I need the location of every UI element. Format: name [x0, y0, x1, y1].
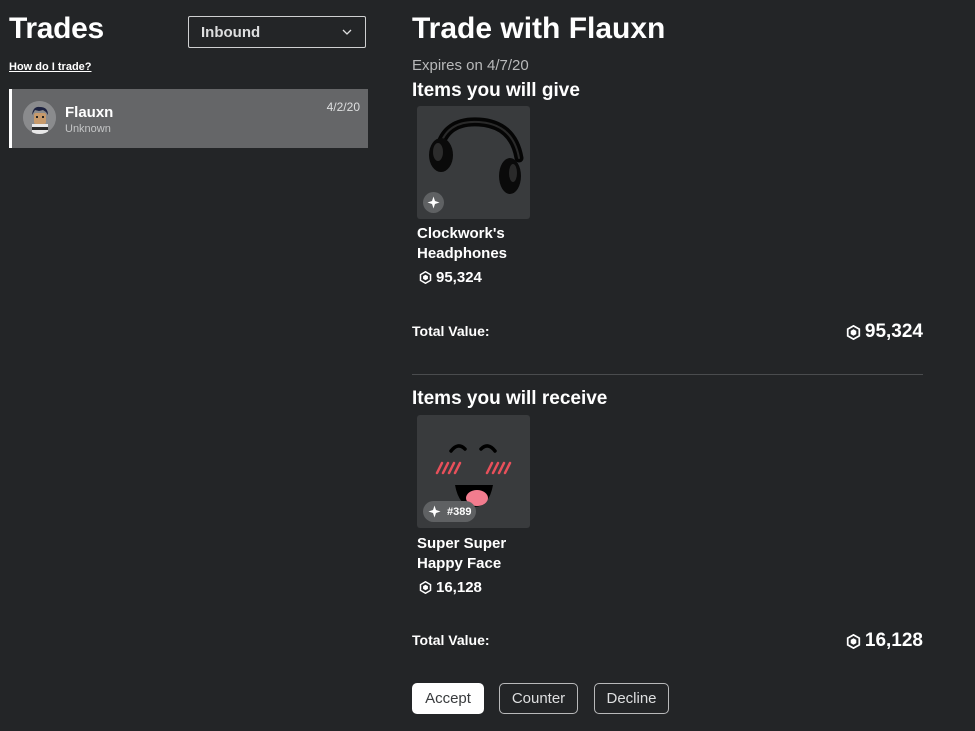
robux-icon	[419, 581, 432, 594]
chevron-down-icon	[342, 29, 352, 35]
avatar	[23, 101, 56, 134]
item-card-headphones[interactable]	[417, 106, 530, 219]
trades-title: Trades	[9, 12, 104, 45]
item-price-value: 16,128	[436, 579, 482, 596]
receive-total-value: 16,128	[846, 630, 923, 652]
robux-icon	[846, 324, 861, 340]
serial-number: #389	[447, 505, 472, 518]
give-total-value: 95,324	[846, 321, 923, 343]
receive-total-amount: 16,128	[864, 630, 923, 651]
item-card-happy-face[interactable]: #389	[417, 415, 530, 528]
counter-button[interactable]: Counter	[499, 683, 578, 714]
how-to-trade-link[interactable]: How do I trade?	[9, 61, 92, 73]
item-name[interactable]: Clockwork's Headphones	[417, 224, 537, 264]
robux-icon	[419, 271, 432, 284]
trade-filter-dropdown[interactable]: Inbound	[188, 16, 366, 48]
limited-sparkle-icon	[428, 505, 441, 518]
trade-partner-status: Unknown	[65, 123, 111, 135]
limited-badge: #389	[423, 501, 477, 522]
trade-expiry: Expires on 4/7/20	[412, 57, 529, 74]
accept-button[interactable]: Accept	[412, 683, 484, 714]
trade-title: Trade with Flauxn	[412, 12, 666, 45]
item-name[interactable]: Super Super Happy Face	[417, 534, 537, 574]
decline-button[interactable]: Decline	[594, 683, 669, 714]
limited-badge	[423, 192, 444, 213]
give-total-label: Total Value:	[412, 323, 490, 339]
limited-sparkle-icon	[427, 196, 440, 209]
trade-list-item[interactable]: Flauxn Unknown 4/2/20	[9, 89, 368, 148]
trade-date: 4/2/20	[326, 100, 360, 114]
trade-filter-value: Inbound	[201, 23, 261, 41]
item-price: 95,324	[419, 269, 482, 286]
item-price-value: 95,324	[436, 269, 482, 286]
trade-partner-name: Flauxn	[65, 104, 114, 121]
give-heading: Items you will give	[412, 80, 580, 101]
receive-heading: Items you will receive	[412, 388, 608, 409]
robux-icon	[846, 633, 861, 649]
section-divider	[412, 374, 923, 375]
give-total-amount: 95,324	[864, 321, 923, 342]
item-price: 16,128	[419, 579, 482, 596]
receive-total-label: Total Value:	[412, 632, 490, 648]
